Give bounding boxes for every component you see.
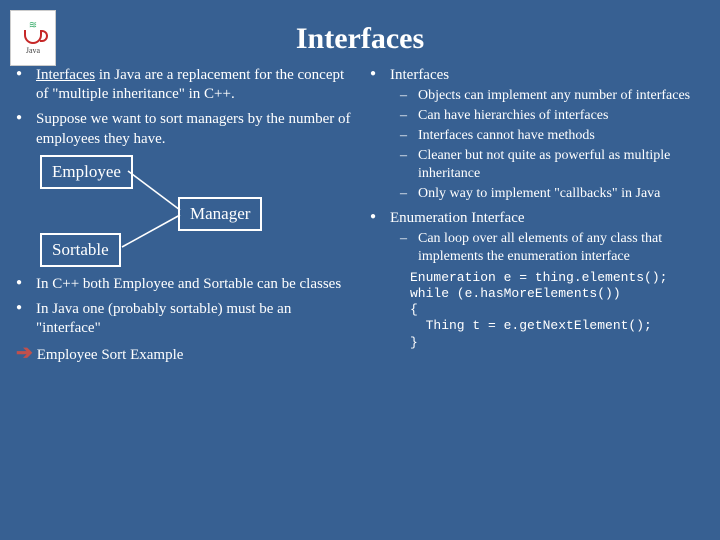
- iface-sub-4: Cleaner but not quite as powerful as mul…: [412, 147, 710, 183]
- left-column: Interfaces in Java are a replacement for…: [10, 66, 356, 366]
- right-heading-enum: Enumeration Interface Can loop over all …: [382, 209, 710, 351]
- arrow-right-icon: ➔: [16, 344, 33, 362]
- right-column: Interfaces Objects can implement any num…: [364, 66, 710, 366]
- left-bullet-2: Suppose we want to sort managers by the …: [28, 110, 356, 148]
- left-bullet-3: In C++ both Employee and Sortable can be…: [28, 275, 356, 294]
- logo-label: Java: [26, 46, 40, 55]
- emph-interfaces: Interfaces: [36, 67, 95, 83]
- iface-sub-2: Can have hierarchies of interfaces: [412, 107, 710, 125]
- slide-title: Interfaces: [0, 0, 720, 66]
- java-logo: ≋ Java: [10, 10, 56, 66]
- enum-sub-1: Can loop over all elements of any class …: [412, 230, 710, 266]
- iface-sub-5: Only way to implement "callbacks" in Jav…: [412, 185, 710, 203]
- class-diagram: Employee Manager Sortable: [28, 155, 356, 265]
- iface-sub-3: Interfaces cannot have methods: [412, 127, 710, 145]
- left-bullet-1: Interfaces in Java are a replacement for…: [28, 66, 356, 104]
- diagram-lines: [28, 155, 356, 265]
- example-link: ➔ Employee Sort Example: [10, 344, 356, 365]
- right-heading-interfaces: Interfaces Objects can implement any num…: [382, 66, 710, 203]
- left-bullet-4: In Java one (probably sortable) must be …: [28, 300, 356, 338]
- example-label: Employee Sort Example: [37, 346, 184, 365]
- code-block: Enumeration e = thing.elements(); while …: [410, 270, 710, 351]
- iface-sub-1: Objects can implement any number of inte…: [412, 87, 710, 105]
